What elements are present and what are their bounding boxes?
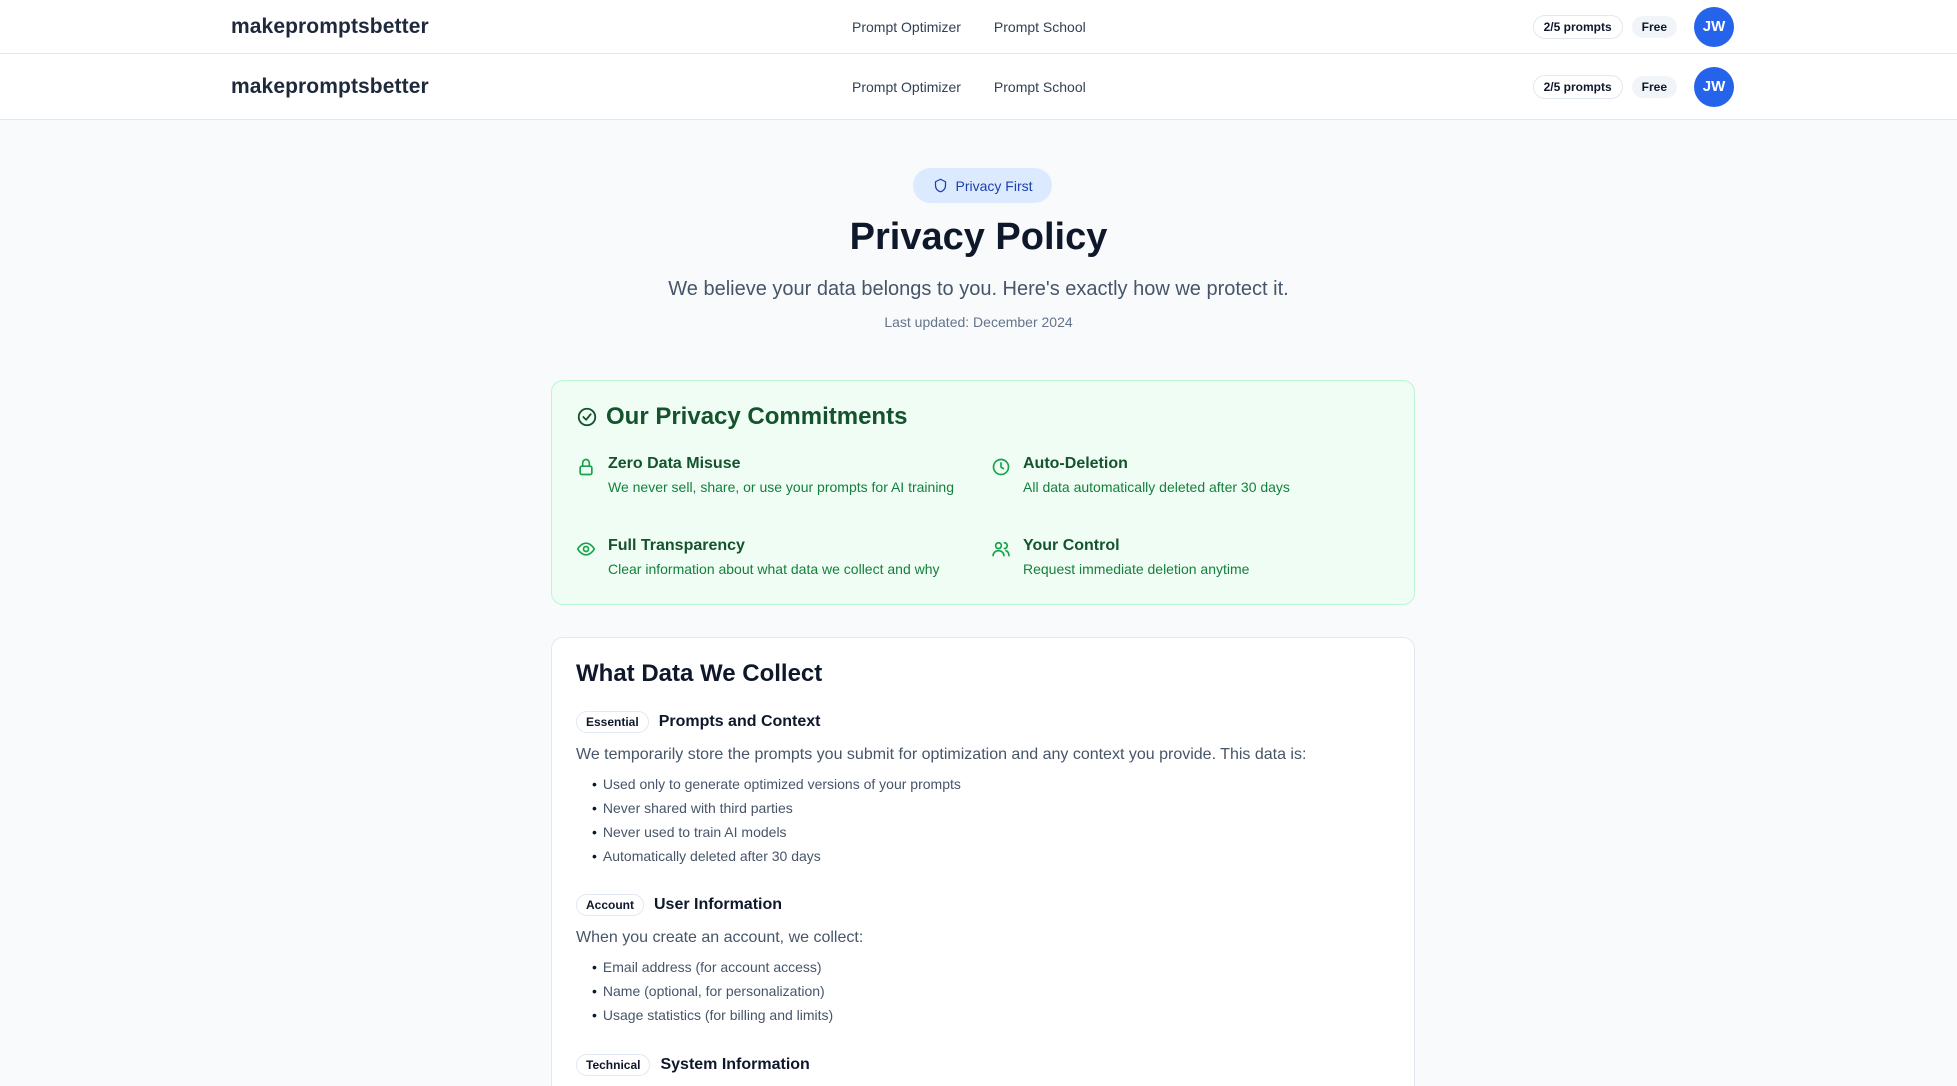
- category-tag: Technical: [576, 1054, 651, 1076]
- nav-right: 2/5 prompts Free JW: [1532, 66, 1734, 107]
- nav-links: Prompt Optimizer Prompt School: [852, 19, 1086, 35]
- nav-link-prompt-school[interactable]: Prompt School: [994, 19, 1086, 35]
- nav-link-prompt-school[interactable]: Prompt School: [994, 79, 1086, 95]
- data-collect-card: What Data We Collect Essential Prompts a…: [551, 637, 1415, 1086]
- group-header: Technical System Information: [576, 1054, 1396, 1076]
- list-item: Never used to train AI models: [592, 820, 1396, 844]
- commitment-desc: Request immediate deletion anytime: [1023, 561, 1250, 577]
- eye-icon: [576, 542, 596, 556]
- plan-badge: Free: [1631, 75, 1677, 98]
- users-icon: [992, 541, 1010, 557]
- brand-logo[interactable]: makepromptsbetter: [231, 15, 429, 39]
- usage-badge: 2/5 prompts: [1532, 14, 1623, 39]
- clock-icon: [992, 458, 1010, 476]
- privacy-commitments-card: Our Privacy Commitments Zero Data Misuse…: [551, 380, 1415, 605]
- group-header: Essential Prompts and Context: [576, 711, 1396, 733]
- nav-link-prompt-optimizer[interactable]: Prompt Optimizer: [852, 19, 961, 35]
- brand-logo[interactable]: makepromptsbetter: [231, 75, 429, 99]
- data-group-user-info: Account User Information When you create…: [576, 894, 1396, 1027]
- commitment-auto-deletion: Auto-Deletion All data automatically del…: [991, 455, 1371, 497]
- top-navbar: makepromptsbetter Prompt Optimizer Promp…: [0, 0, 1957, 54]
- avatar[interactable]: JW: [1694, 6, 1734, 47]
- commitment-title: Auto-Deletion: [1023, 455, 1128, 472]
- group-title: Prompts and Context: [658, 713, 821, 730]
- commitment-title: Full Transparency: [608, 537, 745, 554]
- group-title: System Information: [660, 1056, 810, 1073]
- commitment-title: Your Control: [1023, 537, 1120, 554]
- bullet-list: Used only to generate optimized versions…: [592, 772, 1396, 868]
- commitment-title: Zero Data Misuse: [608, 455, 741, 472]
- category-tag: Account: [576, 894, 644, 916]
- commitment-full-transparency: Full Transparency Clear information abou…: [576, 537, 956, 579]
- list-item: Usage statistics (for billing and limits…: [592, 1003, 1396, 1027]
- group-title: User Information: [654, 896, 783, 913]
- group-desc: We temporarily store the prompts you sub…: [576, 746, 1307, 763]
- commitment-zero-data-misuse: Zero Data Misuse We never sell, share, o…: [576, 455, 956, 497]
- usage-badge: 2/5 prompts: [1532, 74, 1623, 99]
- bullet-list: Email address (for account access) Name …: [592, 955, 1396, 1027]
- data-group-system-info: Technical System Information: [576, 1054, 1396, 1076]
- page-subtitle: We believe your data belongs to you. Her…: [668, 278, 1289, 300]
- data-collect-title: What Data We Collect: [576, 660, 823, 687]
- commitments-heading: Our Privacy Commitments: [576, 403, 907, 431]
- shield-icon: [934, 178, 946, 193]
- nav-links: Prompt Optimizer Prompt School: [852, 79, 1086, 95]
- commitments-title: Our Privacy Commitments: [606, 403, 908, 430]
- group-header: Account User Information: [576, 894, 1396, 916]
- privacy-first-badge: Privacy First: [913, 168, 1052, 203]
- list-item: Used only to generate optimized versions…: [592, 772, 1396, 796]
- list-item: Automatically deleted after 30 days: [592, 844, 1396, 868]
- data-group-prompts: Essential Prompts and Context We tempora…: [576, 711, 1396, 868]
- lock-icon: [579, 458, 593, 476]
- list-item: Name (optional, for personalization): [592, 979, 1396, 1003]
- nav-right: 2/5 prompts Free JW: [1532, 6, 1734, 47]
- last-updated: Last updated: December 2024: [884, 314, 1073, 330]
- nav-link-prompt-optimizer[interactable]: Prompt Optimizer: [852, 79, 961, 95]
- badge-label: Privacy First: [955, 177, 1033, 194]
- check-circle-icon: [577, 407, 597, 427]
- avatar[interactable]: JW: [1694, 66, 1734, 107]
- commitment-desc: All data automatically deleted after 30 …: [1023, 479, 1290, 495]
- commitment-your-control: Your Control Request immediate deletion …: [991, 537, 1371, 579]
- page-title: Privacy Policy: [849, 216, 1108, 258]
- commitment-desc: Clear information about what data we col…: [608, 561, 940, 577]
- list-item: Email address (for account access): [592, 955, 1396, 979]
- main-navbar: makepromptsbetter Prompt Optimizer Promp…: [0, 54, 1957, 120]
- plan-badge: Free: [1631, 15, 1677, 38]
- list-item: Never shared with third parties: [592, 796, 1396, 820]
- commitment-desc: We never sell, share, or use your prompt…: [608, 479, 955, 495]
- group-desc: When you create an account, we collect:: [576, 929, 864, 946]
- category-tag: Essential: [576, 711, 649, 733]
